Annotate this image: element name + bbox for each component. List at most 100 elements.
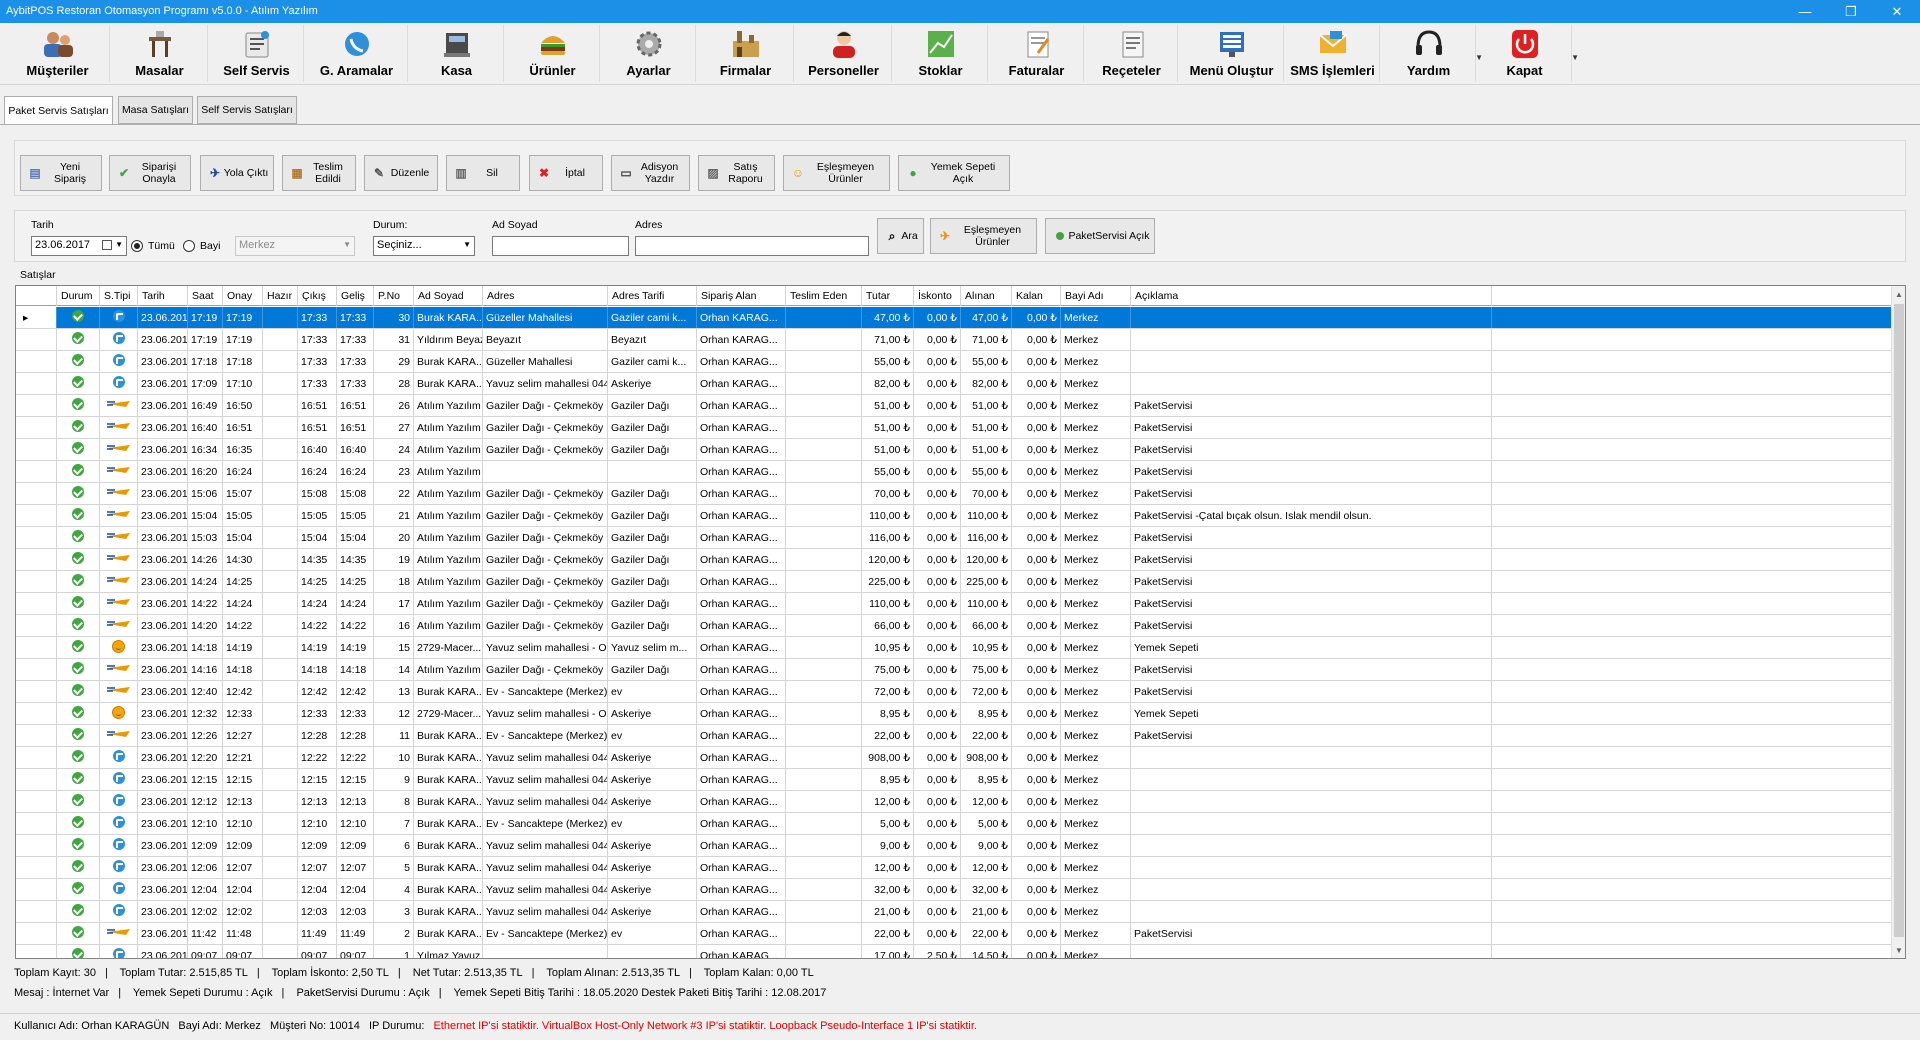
toolbar-masalar-button[interactable]: Masalar	[112, 25, 208, 82]
table-row[interactable]: 23.06.201716:2016:2416:2416:2423Atılım Y…	[16, 461, 1892, 483]
row-header[interactable]	[16, 703, 57, 724]
date-picker[interactable]: 23.06.2017 ▼	[31, 236, 127, 256]
scrollbar-thumb[interactable]	[1894, 304, 1904, 937]
toolbar-firmalar-button[interactable]: Firmalar	[698, 25, 794, 82]
row-header[interactable]	[16, 769, 57, 790]
minimize-button[interactable]: —	[1782, 0, 1828, 23]
table-row[interactable]: 23.06.201712:4012:4212:4212:4213Burak KA…	[16, 681, 1892, 703]
toolbar-stoklar-button[interactable]: Stoklar	[894, 25, 988, 82]
table-row[interactable]: 23.06.201714:2414:2514:2514:2518Atılım Y…	[16, 571, 1892, 593]
table-row[interactable]: 23.06.201709:0709:0709:0709:071Yılmaz Ya…	[16, 945, 1892, 958]
column-header[interactable]: Adres Tarifi	[608, 286, 697, 306]
table-row[interactable]: 23.06.201715:0315:0415:0415:0420Atılım Y…	[16, 527, 1892, 549]
table-row[interactable]: 23.06.201712:0612:0712:0712:075Burak KAR…	[16, 857, 1892, 879]
search-button[interactable]: ⌕ Ara	[877, 218, 924, 254]
action-cancel-button[interactable]: ✖ İptal	[529, 155, 603, 191]
row-header[interactable]	[16, 505, 57, 526]
table-row[interactable]: 23.06.201714:1814:1914:1914:19152729-Mac…	[16, 637, 1892, 659]
toolbar-kapat-button[interactable]: Kapat ▼	[1478, 25, 1579, 82]
name-input[interactable]	[492, 236, 629, 256]
column-header[interactable]: Durum	[57, 286, 100, 306]
action-status-dot-button[interactable]: ● Yemek Sepeti Açık	[898, 155, 1010, 191]
row-header[interactable]	[16, 483, 57, 504]
unmatched-products-button[interactable]: ✈ Eşleşmeyen Ürünler	[930, 218, 1037, 254]
scroll-down-icon[interactable]: ▼	[1892, 942, 1905, 958]
row-header[interactable]	[16, 835, 57, 856]
vertical-scrollbar[interactable]: ▲ ▼	[1891, 286, 1905, 958]
column-header[interactable]: Saat	[188, 286, 223, 306]
table-row[interactable]: 23.06.201714:2214:2414:2414:2417Atılım Y…	[16, 593, 1892, 615]
dropdown-caret-icon[interactable]: ▼	[1571, 53, 1579, 62]
table-row[interactable]: 23.06.201717:1917:1917:3317:3331Yıldırım…	[16, 329, 1892, 351]
action-delivered-button[interactable]: ▦ Teslim Edildi	[282, 155, 356, 191]
table-row[interactable]: 23.06.201714:1614:1814:1814:1814Atılım Y…	[16, 659, 1892, 681]
toolbar-self-button[interactable]: Self Servis	[210, 25, 304, 82]
package-service-open-button[interactable]: PaketServisi Açık	[1045, 218, 1155, 254]
row-header[interactable]	[16, 527, 57, 548]
column-header[interactable]: S.Tipi	[100, 286, 138, 306]
toolbar-personeller-button[interactable]: Personeller	[796, 25, 892, 82]
row-header[interactable]	[16, 571, 57, 592]
toolbar-garama-button[interactable]: G. Aramalar	[306, 25, 408, 82]
row-header[interactable]	[16, 901, 57, 922]
tab-masa[interactable]: Masa Satışları	[118, 96, 193, 124]
row-header[interactable]	[16, 879, 57, 900]
action-report-button[interactable]: ▨ Satış Raporu	[698, 155, 775, 191]
row-header[interactable]	[16, 593, 57, 614]
action-trash-button[interactable]: ▥ Sil	[446, 155, 520, 191]
row-header[interactable]: ▸	[16, 307, 57, 328]
action-smiley-button[interactable]: ☺ Eşleşmeyen Ürünler	[783, 155, 890, 191]
table-row[interactable]: 23.06.201712:3212:3312:3312:33122729-Mac…	[16, 703, 1892, 725]
row-header[interactable]	[16, 373, 57, 394]
tab-paket-servis[interactable]: Paket Servis Satışları	[4, 96, 113, 125]
scroll-up-icon[interactable]: ▲	[1892, 286, 1905, 302]
row-header[interactable]	[16, 417, 57, 438]
column-header[interactable]: Teslim Eden	[786, 286, 862, 306]
table-row[interactable]: 23.06.201715:0615:0715:0815:0822Atılım Y…	[16, 483, 1892, 505]
toolbar-musteriler-button[interactable]: Müşteriler	[6, 25, 110, 82]
toolbar-faturalar-button[interactable]: Faturalar	[990, 25, 1084, 82]
dealer-select[interactable]: Merkez ▼	[235, 236, 355, 256]
table-row[interactable]: 23.06.201717:1817:1817:3317:3329Burak KA…	[16, 351, 1892, 373]
row-header[interactable]	[16, 857, 57, 878]
table-row[interactable]: 23.06.201712:0412:0412:0412:044Burak KAR…	[16, 879, 1892, 901]
row-header[interactable]	[16, 659, 57, 680]
table-row[interactable]: 23.06.201712:1212:1312:1312:138Burak KAR…	[16, 791, 1892, 813]
row-header[interactable]	[16, 329, 57, 350]
table-row[interactable]: 23.06.201712:1512:1512:1512:159Burak KAR…	[16, 769, 1892, 791]
column-header[interactable]: Geliş	[337, 286, 374, 306]
row-header[interactable]	[16, 351, 57, 372]
table-row[interactable]: 23.06.201714:2614:3014:3514:3519Atılım Y…	[16, 549, 1892, 571]
column-header[interactable]: Tutar	[862, 286, 914, 306]
action-new-order-button[interactable]: ▤ Yeni Sipariş	[20, 155, 102, 191]
table-row[interactable]: 23.06.201712:2012:2112:2212:2210Burak KA…	[16, 747, 1892, 769]
action-check-button[interactable]: ✔ Siparişi Onayla	[109, 155, 191, 191]
table-row[interactable]: 23.06.201716:3416:3516:4016:4024Atılım Y…	[16, 439, 1892, 461]
restore-button[interactable]: ❐	[1828, 0, 1874, 23]
column-header[interactable]: Ad Soyad	[414, 286, 483, 306]
action-printer-button[interactable]: ▭ Adisyon Yazdır	[611, 155, 690, 191]
all-radio[interactable]	[131, 240, 143, 252]
column-header[interactable]: Adres	[483, 286, 608, 306]
status-select[interactable]: Seçiniz... ▼	[373, 236, 475, 256]
row-header[interactable]	[16, 615, 57, 636]
tab-self-servis[interactable]: Self Servis Satışları	[197, 96, 297, 124]
row-header[interactable]	[16, 813, 57, 834]
toolbar-ayarlar-button[interactable]: Ayarlar	[602, 25, 696, 82]
column-header[interactable]: İskonto	[914, 286, 961, 306]
column-header[interactable]: Açıklama	[1131, 286, 1492, 306]
table-row[interactable]: 23.06.201716:4016:5116:5116:5127Atılım Y…	[16, 417, 1892, 439]
row-header[interactable]	[16, 945, 57, 958]
column-header[interactable]: Sipariş Alan	[697, 286, 786, 306]
column-header[interactable]: Tarih	[138, 286, 188, 306]
toolbar-kasa-button[interactable]: Kasa	[410, 25, 504, 82]
row-header[interactable]	[16, 923, 57, 944]
row-header[interactable]	[16, 791, 57, 812]
close-button[interactable]: ✕	[1874, 0, 1920, 23]
toolbar-menu-button[interactable]: Menü Oluştur	[1180, 25, 1284, 82]
column-header[interactable]: Onay	[223, 286, 263, 306]
toolbar-sms-button[interactable]: SMS İşlemleri	[1286, 25, 1380, 82]
address-input[interactable]	[635, 236, 869, 256]
row-header[interactable]	[16, 725, 57, 746]
row-header[interactable]	[16, 439, 57, 460]
